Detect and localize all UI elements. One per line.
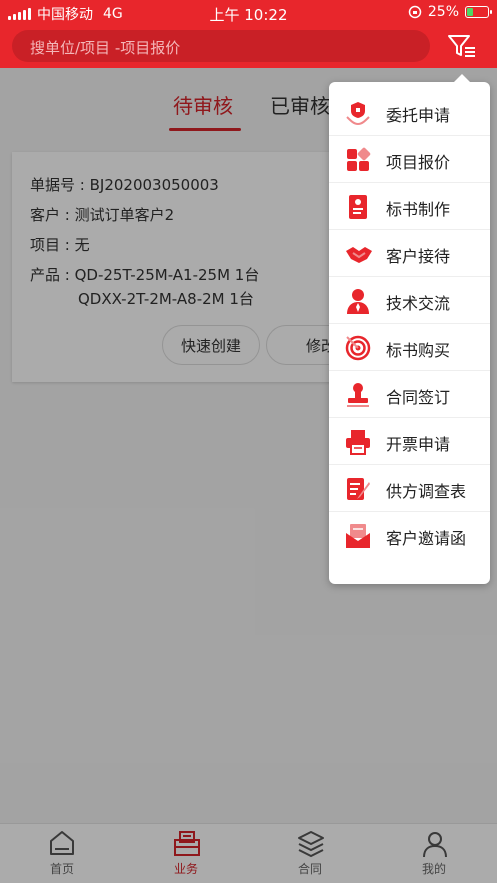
- menu-item-tender-buy[interactable]: 标书购买: [329, 325, 490, 371]
- menu-label-invoice: 开票申请: [386, 435, 451, 454]
- menu-label-contract-sign: 合同签订: [386, 388, 451, 407]
- filter-icon: [448, 35, 475, 57]
- menu-item-entrust[interactable]: 委托申请: [329, 90, 490, 136]
- battery-percent: 25%: [427, 4, 459, 20]
- menu-label-invitation: 客户邀请函: [386, 529, 467, 548]
- menu-item-tender-make[interactable]: 标书制作: [329, 184, 490, 230]
- search-placeholder: 搜单位/项目 -项目报价: [30, 39, 181, 57]
- filter-button[interactable]: [447, 33, 477, 59]
- menu-item-tech-exchange[interactable]: 技术交流: [329, 278, 490, 324]
- status-bar: 中国移动 4G 上午 10:22 25%: [0, 0, 497, 24]
- rotation-lock-icon: [408, 5, 422, 19]
- menu-label-entrust: 委托申请: [386, 106, 451, 125]
- menu-item-quote[interactable]: 项目报价: [329, 137, 490, 183]
- quote-grid-icon: [347, 147, 371, 171]
- search-input[interactable]: 搜单位/项目 -项目报价: [12, 30, 430, 62]
- menu-item-supplier-survey[interactable]: 供方调查表: [329, 466, 490, 512]
- business-popup-menu: 委托申请 项目报价 标书制作 客户接待 技术交流 标书购买 合同签订 开票申请 …: [329, 74, 490, 584]
- header-bar: 搜单位/项目 -项目报价: [0, 24, 497, 68]
- menu-label-tender-buy: 标书购买: [386, 341, 451, 360]
- form-pen-icon: [347, 478, 370, 500]
- entrust-hand-icon: [346, 102, 370, 126]
- document-icon: [349, 195, 367, 219]
- stamp-icon: [347, 383, 369, 407]
- menu-item-contract-sign[interactable]: 合同签订: [329, 372, 490, 418]
- menu-label-tender-make: 标书制作: [386, 200, 451, 219]
- status-right: 25%: [408, 4, 492, 20]
- printer-icon: [346, 430, 370, 455]
- menu-item-reception[interactable]: 客户接待: [329, 231, 490, 277]
- envelope-icon: [346, 524, 370, 548]
- menu-label-tech-exchange: 技术交流: [386, 294, 451, 313]
- handshake-icon: [346, 247, 372, 263]
- menu-label-quote: 项目报价: [386, 153, 451, 172]
- target-icon: [345, 335, 371, 361]
- battery-icon: [465, 6, 492, 18]
- menu-item-invoice[interactable]: 开票申请: [329, 419, 490, 465]
- menu-label-supplier-survey: 供方调查表: [386, 482, 467, 501]
- menu-label-reception: 客户接待: [386, 247, 451, 266]
- person-tie-icon: [347, 289, 369, 314]
- menu-item-invitation[interactable]: 客户邀请函: [329, 513, 490, 559]
